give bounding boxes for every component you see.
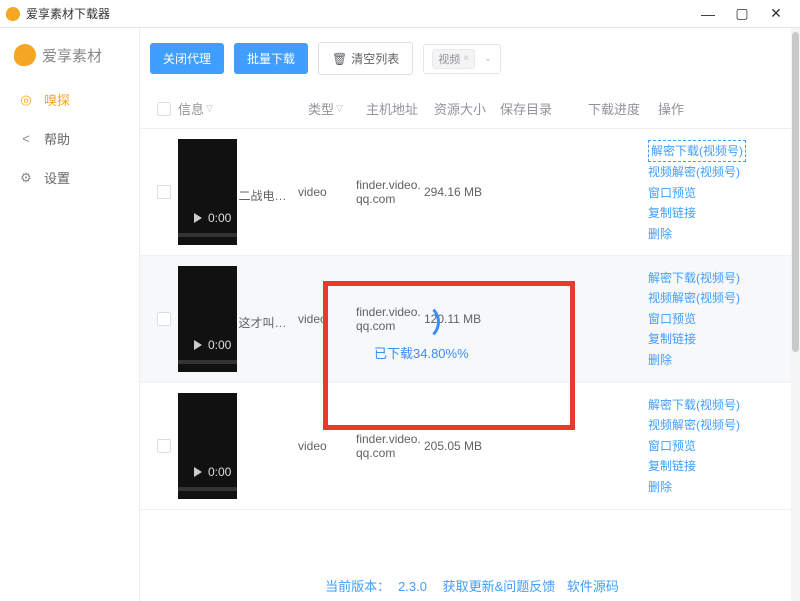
op-copy-link[interactable]: 复制链接 xyxy=(648,456,758,476)
video-caption: 这才叫空战大片，精彩 xyxy=(239,314,299,331)
cell-size: 120.11 MB xyxy=(424,312,490,326)
clear-list-label: 清空列表 xyxy=(351,50,399,67)
batch-download-button[interactable]: 批量下载 xyxy=(234,43,308,74)
table-row: 0:00 video finder.video.qq.com 205.05 MB… xyxy=(140,383,800,510)
thumb-time: 0:00 xyxy=(208,465,231,479)
chevron-down-icon: ⌄ xyxy=(484,53,492,64)
scrollbar-thumb[interactable] xyxy=(792,32,799,352)
share-icon: < xyxy=(18,131,34,147)
brand-icon xyxy=(14,44,36,66)
window-title: 爱享素材下载器 xyxy=(26,5,698,22)
cell-type: video xyxy=(298,185,356,199)
vertical-scrollbar[interactable] xyxy=(791,28,800,601)
col-type[interactable]: 类型▽ xyxy=(308,99,366,118)
cell-ops: 解密下载(视频号) 视频解密(视频号) 窗口预览 复制链接 删除 xyxy=(648,395,758,497)
cell-type: video xyxy=(298,439,356,453)
type-filter-select[interactable]: 视频 × ⌄ xyxy=(423,44,501,74)
maximize-button[interactable]: ▢ xyxy=(732,4,752,24)
brand-text: 爱享素材 xyxy=(42,45,102,66)
toolbar: 关闭代理 批量下载 🗑 清空列表 视频 × ⌄ xyxy=(140,28,800,89)
gear-icon: ⚙ xyxy=(18,170,34,186)
play-icon xyxy=(194,467,202,477)
cell-host: finder.video.qq.com xyxy=(356,178,424,206)
video-thumbnail[interactable]: 0:00 xyxy=(178,266,237,372)
table-row: 0:00 这才叫空战大片，精彩 video finder.video.qq.co… xyxy=(140,256,800,383)
footer-source-link[interactable]: 软件源码 xyxy=(567,579,619,594)
col-info[interactable]: 信息▽ xyxy=(178,99,308,118)
trash-icon: 🗑 xyxy=(332,52,347,66)
clear-list-button[interactable]: 🗑 清空列表 xyxy=(318,42,413,75)
nav-help[interactable]: < 帮助 xyxy=(0,119,139,158)
sidebar: 爱享素材 ◎ 嗅探 < 帮助 ⚙ 设置 xyxy=(0,28,140,601)
cell-type: video xyxy=(298,312,356,326)
minimize-button[interactable]: — xyxy=(698,4,718,24)
cell-host: finder.video.qq.com xyxy=(356,432,424,460)
progress-bar xyxy=(178,360,237,364)
app-icon xyxy=(6,7,20,21)
nav-settings-label: 设置 xyxy=(44,168,70,187)
cell-ops: 解密下载(视频号) 视频解密(视频号) 窗口预览 复制链接 删除 xyxy=(648,140,758,244)
filter-chip[interactable]: 视频 × xyxy=(432,49,475,69)
close-proxy-button[interactable]: 关闭代理 xyxy=(150,43,224,74)
filter-chip-label: 视频 xyxy=(438,51,460,67)
footer: 当前版本：2.3.0 获取更新&问题反馈 软件源码 xyxy=(140,568,800,601)
col-host[interactable]: 主机地址 xyxy=(366,99,434,118)
op-copy-link[interactable]: 复制链接 xyxy=(648,203,758,223)
download-table: 信息▽ 类型▽ 主机地址 资源大小 保存目录 下载进度 操作 0:00 二战电影… xyxy=(140,89,800,568)
row-checkbox[interactable] xyxy=(157,185,171,199)
op-video-decrypt[interactable]: 视频解密(视频号) xyxy=(648,288,758,308)
play-icon xyxy=(194,340,202,350)
chip-remove-icon[interactable]: × xyxy=(463,53,469,64)
cell-ops: 解密下载(视频号) 视频解密(视频号) 窗口预览 复制链接 删除 xyxy=(648,268,758,370)
op-window-preview[interactable]: 窗口预览 xyxy=(648,183,758,203)
sort-icon: ▽ xyxy=(206,103,213,114)
play-icon xyxy=(194,213,202,223)
radar-icon: ◎ xyxy=(18,92,34,108)
nav-sniff[interactable]: ◎ 嗅探 xyxy=(0,80,139,119)
video-caption: 二战电影《逃兵行动》 xyxy=(239,187,299,204)
op-decrypt-download[interactable]: 解密下载(视频号) xyxy=(648,268,758,288)
version-label: 当前版本：2.3.0 xyxy=(321,579,431,594)
op-decrypt-download[interactable]: 解密下载(视频号) xyxy=(648,140,746,162)
titlebar: 爱享素材下载器 — ▢ ✕ xyxy=(0,0,800,28)
op-delete[interactable]: 删除 xyxy=(648,477,758,497)
cell-size: 205.05 MB xyxy=(424,439,490,453)
video-thumbnail[interactable]: 0:00 xyxy=(178,139,237,245)
sort-icon: ▽ xyxy=(336,103,343,114)
op-copy-link[interactable]: 复制链接 xyxy=(648,329,758,349)
op-video-decrypt[interactable]: 视频解密(视频号) xyxy=(648,162,758,182)
col-size[interactable]: 资源大小 xyxy=(434,99,500,118)
nav-help-label: 帮助 xyxy=(44,129,70,148)
brand: 爱享素材 xyxy=(0,36,139,80)
col-ops[interactable]: 操作 xyxy=(658,99,768,118)
table-row: 0:00 二战电影《逃兵行动》 video finder.video.qq.co… xyxy=(140,129,800,256)
row-checkbox[interactable] xyxy=(157,439,171,453)
footer-update-link[interactable]: 获取更新&问题反馈 xyxy=(443,579,556,594)
op-video-decrypt[interactable]: 视频解密(视频号) xyxy=(648,415,758,435)
op-decrypt-download[interactable]: 解密下载(视频号) xyxy=(648,395,758,415)
thumb-time: 0:00 xyxy=(208,338,231,352)
window-controls: — ▢ ✕ xyxy=(698,4,794,24)
nav-settings[interactable]: ⚙ 设置 xyxy=(0,158,139,197)
row-checkbox[interactable] xyxy=(157,312,171,326)
main: 关闭代理 批量下载 🗑 清空列表 视频 × ⌄ 信息▽ 类型▽ 主机地址 资源大… xyxy=(140,28,800,601)
close-button[interactable]: ✕ xyxy=(766,4,786,24)
op-window-preview[interactable]: 窗口预览 xyxy=(648,309,758,329)
thumb-time: 0:00 xyxy=(208,211,231,225)
op-delete[interactable]: 删除 xyxy=(648,224,758,244)
select-all-checkbox[interactable] xyxy=(157,102,171,116)
cell-size: 294.16 MB xyxy=(424,185,490,199)
cell-host: finder.video.qq.com xyxy=(356,305,424,333)
op-window-preview[interactable]: 窗口预览 xyxy=(648,436,758,456)
table-header: 信息▽ 类型▽ 主机地址 资源大小 保存目录 下载进度 操作 xyxy=(140,89,800,129)
op-delete[interactable]: 删除 xyxy=(648,350,758,370)
progress-bar xyxy=(178,233,237,237)
col-dir[interactable]: 保存目录 xyxy=(500,99,588,118)
video-thumbnail[interactable]: 0:00 xyxy=(178,393,237,499)
nav-sniff-label: 嗅探 xyxy=(44,90,70,109)
progress-bar xyxy=(178,487,237,491)
col-progress[interactable]: 下载进度 xyxy=(588,99,658,118)
